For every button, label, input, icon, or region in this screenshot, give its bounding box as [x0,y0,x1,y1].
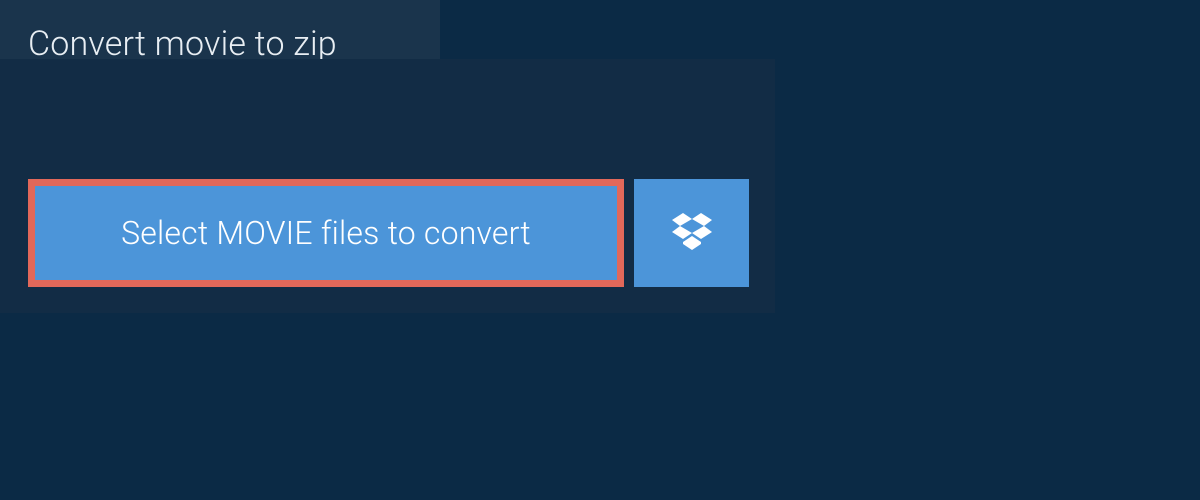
dropbox-button[interactable] [634,179,749,287]
tab-label: Convert movie to zip [28,24,337,64]
action-row: Select MOVIE files to convert [28,179,749,287]
converter-panel: Select MOVIE files to convert [0,59,775,313]
select-files-label: Select MOVIE files to convert [121,214,531,252]
select-files-button[interactable]: Select MOVIE files to convert [28,179,624,287]
dropbox-icon [672,211,712,255]
